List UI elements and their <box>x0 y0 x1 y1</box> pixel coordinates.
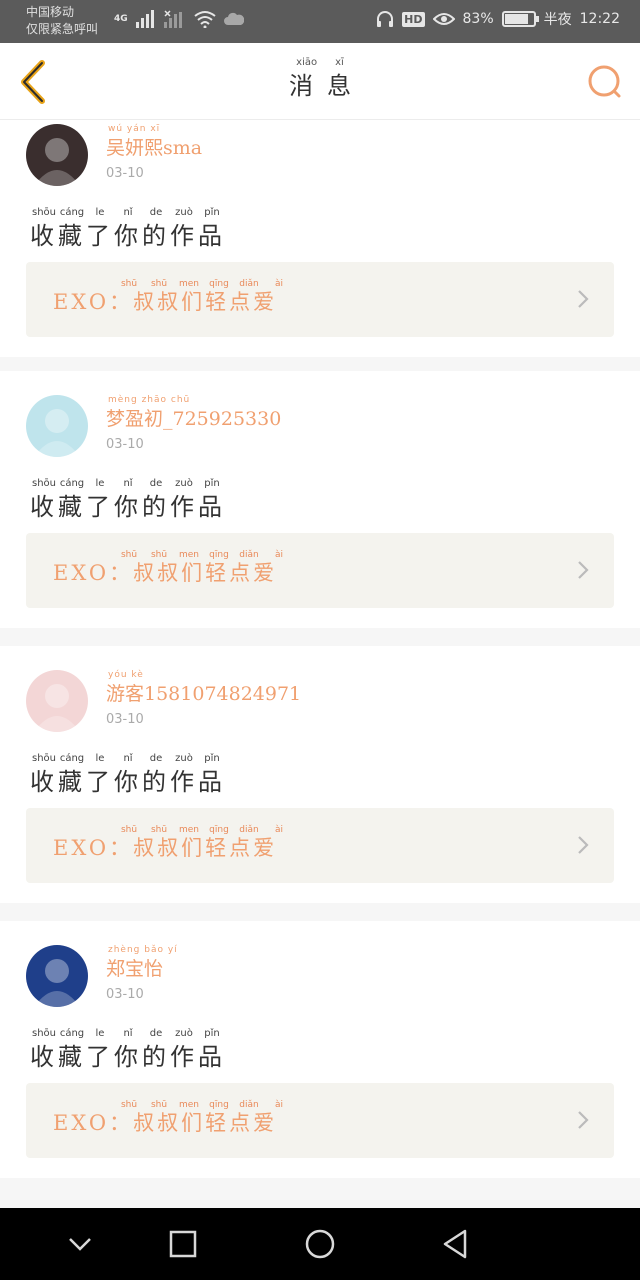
username[interactable]: 吴妍熙sma <box>106 133 202 160</box>
avatar[interactable] <box>26 395 88 457</box>
status-bar: 中国移动 仅限紧急呼叫 4G HD 83% 半夜 12:22 <box>0 0 640 43</box>
network-type: 4G <box>114 14 128 24</box>
carrier-info: 中国移动 仅限紧急呼叫 <box>26 4 98 38</box>
page-title: 消息 <box>289 72 365 100</box>
hd-icon: HD <box>402 11 425 27</box>
chevron-right-icon <box>578 836 589 854</box>
navigation-bar <box>0 1208 640 1280</box>
notification-action: 收藏了你的作品 <box>30 768 226 796</box>
eye-icon <box>432 13 455 25</box>
notification-date: 03-10 <box>106 166 144 181</box>
square-icon <box>169 1230 197 1258</box>
title-pinyin: xiāo xī <box>0 57 640 71</box>
notification-card: wú yán xī 吴妍熙sma 03-10 shōu cáng le nǐ de zuò pǐn… <box>0 121 640 357</box>
notification-action: 收藏了你的作品 <box>30 493 226 521</box>
signal-icons: 4G <box>114 10 244 28</box>
title-pinyin-1: xiāo <box>296 57 318 68</box>
work-link[interactable]: shū shū men qīng diǎn ài EXO：叔叔们轻点爱 <box>26 533 614 608</box>
username[interactable]: 郑宝怡 <box>106 954 163 981</box>
work-link[interactable]: shū shū men qīng diǎn ài EXO：叔叔们轻点爱 <box>26 262 614 337</box>
work-title: EXO：叔叔们轻点爱 <box>53 290 278 314</box>
work-link[interactable]: shū shū men qīng diǎn ài EXO：叔叔们轻点爱 <box>26 1083 614 1158</box>
headphones-icon <box>377 11 394 27</box>
username[interactable]: 梦盈初_725925330 <box>106 404 281 431</box>
username[interactable]: 游客1581074824971 <box>106 679 301 706</box>
triangle-back-icon <box>443 1229 467 1259</box>
avatar[interactable] <box>26 124 88 186</box>
carrier-status: 仅限紧急呼叫 <box>26 22 99 36</box>
signal-off-icon <box>163 10 182 28</box>
signal-icon <box>135 10 154 28</box>
nav-down-button[interactable] <box>62 1226 98 1262</box>
work-link[interactable]: shū shū men qīng diǎn ài EXO：叔叔们轻点爱 <box>26 808 614 883</box>
chevron-right-icon <box>578 561 589 579</box>
notification-action: 收藏了你的作品 <box>30 222 226 250</box>
chevron-right-icon <box>578 1111 589 1129</box>
time-prefix: 半夜 <box>543 12 572 28</box>
search-button[interactable] <box>586 63 624 101</box>
nav-home-button[interactable] <box>302 1226 338 1262</box>
notification-card: yóu kè 游客1581074824971 03-10 shōu cáng le nǐ de… <box>0 646 640 903</box>
wifi-icon <box>194 11 216 28</box>
work-title: EXO：叔叔们轻点爱 <box>53 836 278 860</box>
notification-date: 03-10 <box>106 987 144 1002</box>
work-title: EXO：叔叔们轻点爱 <box>53 1111 278 1135</box>
cloud-icon <box>223 12 244 25</box>
page-title-area: xiāo xī 消息 <box>0 57 640 101</box>
notification-action: 收藏了你的作品 <box>30 1043 226 1071</box>
top-bar: xiāo xī 消息 <box>0 43 640 120</box>
clock: 12:22 <box>579 11 620 27</box>
notification-list[interactable]: wú yán xī 吴妍熙sma 03-10 shōu cáng le nǐ de zuò pǐn… <box>0 121 640 1208</box>
chevron-down-icon <box>69 1238 91 1251</box>
search-icon <box>588 65 621 98</box>
avatar[interactable] <box>26 945 88 1007</box>
circle-icon <box>305 1229 335 1259</box>
nav-back-button[interactable] <box>438 1226 474 1262</box>
notification-date: 03-10 <box>106 437 144 452</box>
status-right: HD 83% 半夜 12:22 <box>376 9 620 29</box>
nav-recent-button[interactable] <box>165 1226 201 1262</box>
battery-percent: 83% <box>462 11 494 27</box>
battery-fill <box>504 14 528 24</box>
chevron-right-icon <box>578 290 589 308</box>
notification-date: 03-10 <box>106 712 144 727</box>
notification-card: mèng zhāo chū 梦盈初_725925330 03-10 shōu cáng l… <box>0 371 640 628</box>
notification-card: zhèng bǎo yí 郑宝怡 03-10 shōu cáng le nǐ de zuò pǐn… <box>0 921 640 1178</box>
work-title: EXO：叔叔们轻点爱 <box>53 561 278 585</box>
title-pinyin-2: xī <box>335 57 344 68</box>
battery-icon <box>501 11 539 27</box>
carrier-name: 中国移动 <box>26 5 75 19</box>
avatar[interactable] <box>26 670 88 732</box>
